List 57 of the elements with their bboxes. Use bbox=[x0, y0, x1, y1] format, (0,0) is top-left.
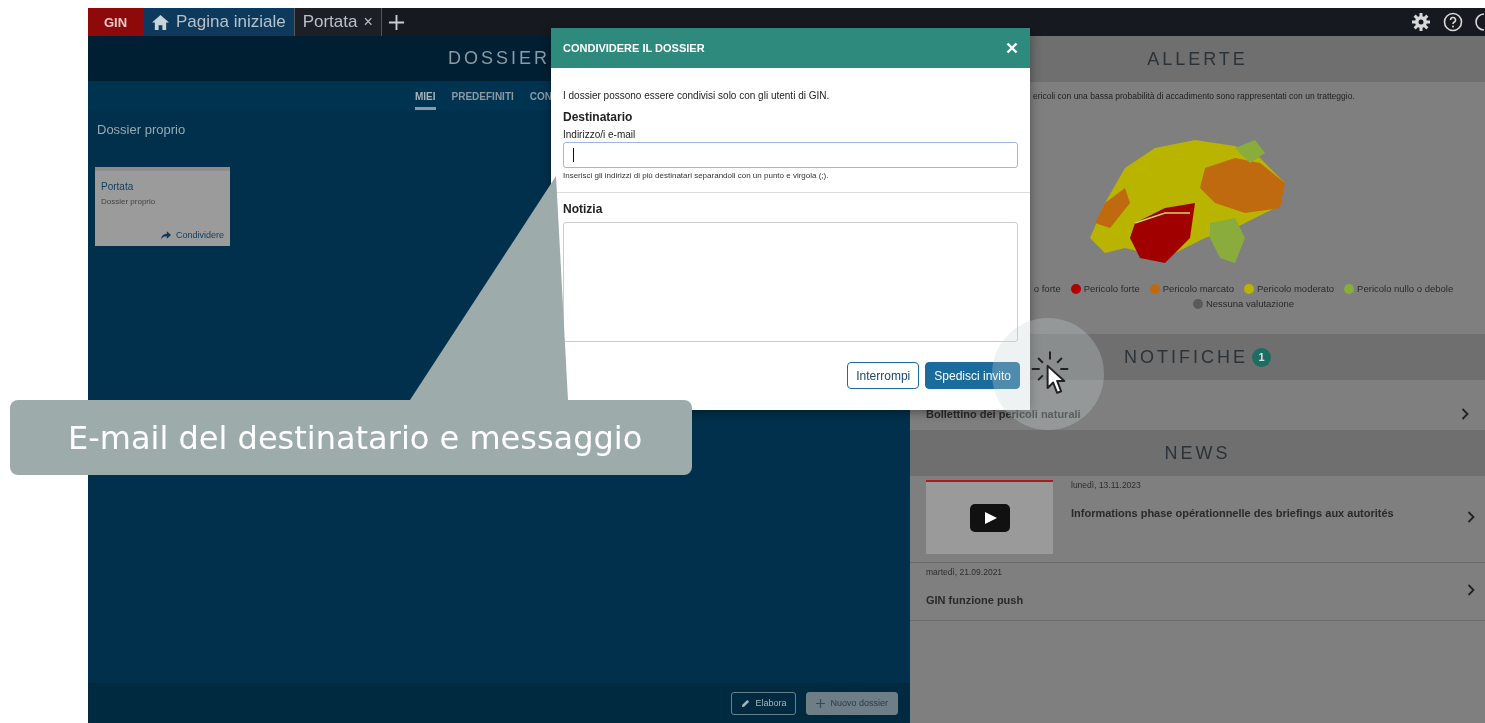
email-input-field[interactable] bbox=[563, 142, 1018, 168]
share-icon bbox=[160, 230, 171, 240]
news-date: martedì, 21.09.2021 bbox=[926, 567, 1004, 577]
legend-item: Pericolo marcato bbox=[1149, 283, 1234, 294]
dialog-button[interactable]: Spedisci invito bbox=[925, 362, 1020, 389]
legend-item: Pericolo nullo o debole bbox=[1344, 283, 1454, 294]
cursor-icon bbox=[1030, 350, 1070, 396]
play-icon bbox=[969, 504, 1010, 532]
section-heading: Destinatario bbox=[563, 110, 633, 124]
message-input-field[interactable] bbox=[563, 222, 1018, 342]
add-tab-icon[interactable] bbox=[387, 13, 405, 31]
alerts-note: ericoli con una bassa probabilità di accadimento sono rappresentati con un tratteggio. bbox=[1033, 91, 1355, 101]
dialog-title: CONDIVIDERE IL DOSSIER bbox=[563, 42, 705, 54]
news-date: lunedì, 13.11.2023 bbox=[1071, 480, 1142, 490]
legend-item: Pericolo forte bbox=[1070, 283, 1140, 294]
chevron-right-icon bbox=[1467, 583, 1475, 596]
news-title: GIN funzione push bbox=[926, 594, 1025, 606]
share-link[interactable]: Condividere bbox=[160, 230, 224, 240]
count-badge: 1 bbox=[1252, 347, 1271, 367]
plus-icon bbox=[816, 698, 826, 708]
legend-item: o forte bbox=[1033, 283, 1061, 294]
dialog-button[interactable]: Interrompi bbox=[847, 362, 920, 389]
news-title: Informations phase opérationnelle des briefings aux autorités bbox=[1071, 507, 1395, 519]
close-icon[interactable] bbox=[1006, 42, 1018, 54]
callout-text: E-mail del destinatario e messaggio bbox=[68, 418, 643, 457]
dossier-tab[interactable]: CON bbox=[529, 82, 553, 110]
chevron-right-icon bbox=[1461, 408, 1469, 420]
panel-title: NEWS bbox=[1164, 442, 1231, 464]
field-label: Indirizzo/i e-mail bbox=[563, 129, 636, 140]
news-item[interactable]: lunedì, 13.11.2023 Informations phase opérationnelle des briefings aux autorités bbox=[910, 476, 1485, 563]
footer-button[interactable]: Nuovo dossier bbox=[806, 691, 898, 715]
news-item[interactable]: martedì, 21.09.2021 GIN funzione push bbox=[910, 563, 1485, 621]
app-tab[interactable]: Pagina iniziale bbox=[143, 8, 295, 36]
dialog-intro: I dossier possono essere condivisi solo con gli utenti di GIN. bbox=[563, 90, 830, 101]
help-icon[interactable] bbox=[1443, 12, 1463, 32]
card-title: Portata bbox=[101, 181, 135, 192]
field-hint: Inserisci gli indirizzi di più destinatari separandoli con un punto e virgola (;). bbox=[563, 171, 829, 180]
panel-title: DOSSIER bbox=[448, 48, 550, 69]
panel-title: NOTIFICHE bbox=[1124, 346, 1248, 368]
dossier-tab[interactable]: MIEI bbox=[415, 82, 436, 110]
dossier-tab[interactable]: PREDEFINITI bbox=[451, 82, 514, 110]
legend-item: Nessuna valutazione bbox=[1192, 298, 1295, 309]
dossier-card[interactable]: Portata Dossier proprio Condividere bbox=[95, 167, 230, 246]
text-cursor bbox=[573, 148, 574, 162]
home-icon bbox=[151, 13, 170, 31]
section-heading: Notizia bbox=[563, 202, 603, 216]
settings-icon[interactable] bbox=[1411, 12, 1431, 32]
app-tab[interactable]: Portata × bbox=[294, 8, 382, 36]
panel-title: ALLERTE bbox=[1147, 48, 1248, 70]
card-subtitle: Dossier proprio bbox=[101, 197, 157, 206]
pencil-icon bbox=[741, 698, 751, 708]
section-title: Dossier proprio bbox=[97, 122, 186, 137]
footer-button[interactable]: Elabora bbox=[731, 691, 797, 715]
app-logo[interactable]: GIN bbox=[88, 8, 143, 36]
chevron-right-icon bbox=[1467, 511, 1475, 523]
legend-item: Pericolo moderato bbox=[1244, 283, 1335, 294]
video-thumbnail-placeholder[interactable] bbox=[926, 480, 1053, 554]
